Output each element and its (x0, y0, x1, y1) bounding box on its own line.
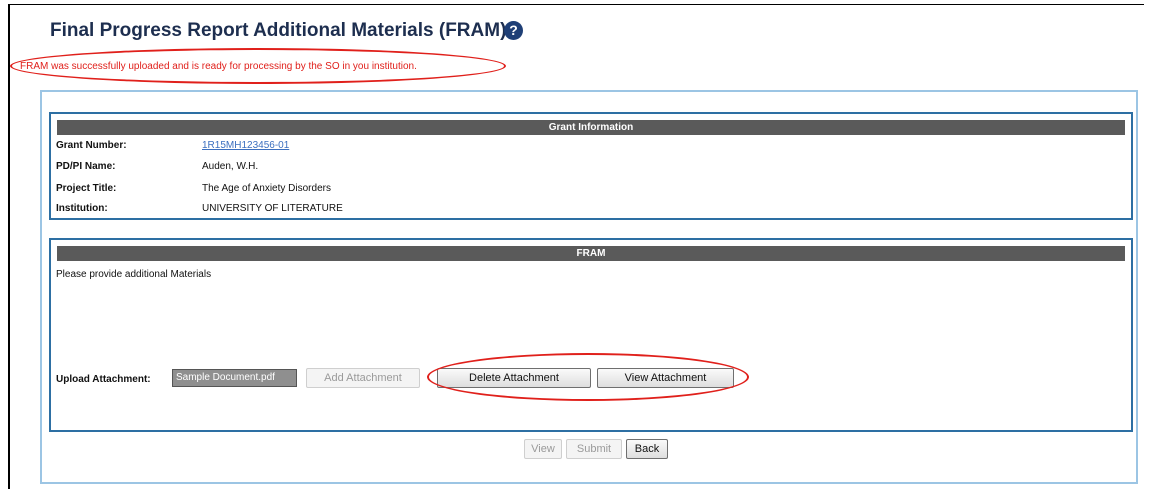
page-title: Final Progress Report Additional Materia… (50, 20, 507, 41)
grant-info-header: Grant Information (57, 120, 1125, 135)
fram-panel: FRAM (49, 238, 1133, 432)
institution-value: UNIVERSITY OF LITERATURE (202, 203, 343, 214)
upload-attachment-label: Upload Attachment: (56, 374, 151, 385)
view-button[interactable]: View (524, 439, 562, 459)
attachment-file-field[interactable]: Sample Document.pdf (172, 369, 297, 387)
project-title-value: The Age of Anxiety Disorders (202, 183, 331, 194)
fram-header: FRAM (57, 246, 1125, 261)
back-button[interactable]: Back (626, 439, 668, 459)
project-title-label: Project Title: (56, 183, 117, 194)
pdpi-name-value: Auden, W.H. (202, 161, 259, 172)
institution-label: Institution: (56, 203, 108, 214)
fram-prompt: Please provide additional Materials (56, 269, 212, 280)
help-icon[interactable]: ? (504, 21, 523, 40)
grant-number-link[interactable]: 1R15MH123456-01 (202, 140, 289, 151)
grant-number-label: Grant Number: (56, 140, 127, 151)
pdpi-name-label: PD/PI Name: (56, 161, 116, 172)
attachment-highlight-ellipse (427, 353, 749, 401)
success-highlight-ellipse (10, 48, 506, 84)
add-attachment-button[interactable]: Add Attachment (306, 368, 420, 388)
submit-button[interactable]: Submit (566, 439, 622, 459)
